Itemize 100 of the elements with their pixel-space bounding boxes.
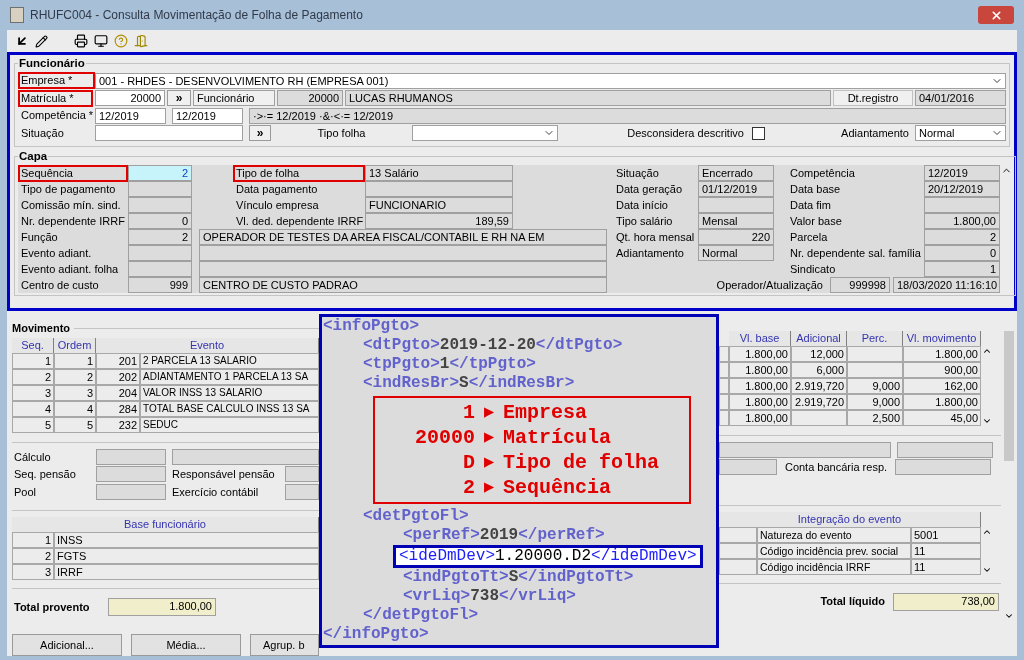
field-value: 2 xyxy=(924,229,1000,245)
table-cell: 1.800,00 xyxy=(903,346,981,362)
window-title: RHUFC004 - Consulta Movimentação de Folha de Pagamento xyxy=(30,7,363,24)
table-cell xyxy=(719,378,729,394)
field-value: 1.800,00 xyxy=(924,213,1000,229)
scroll-down-icon[interactable] xyxy=(982,416,992,426)
table-cell: INSS xyxy=(54,532,319,548)
field-label: Evento adiant. xyxy=(20,245,93,261)
xml-line: </detPgtoFl> xyxy=(363,606,480,625)
field-label: Tipo folha xyxy=(316,126,367,141)
scrollbar-thumb[interactable] xyxy=(1004,331,1014,461)
action-button[interactable]: Adicional... xyxy=(12,634,122,656)
empty-field xyxy=(96,466,166,483)
field-label: Competência xyxy=(790,165,856,181)
action-button[interactable]: Agrup. b xyxy=(250,634,319,656)
table-cell: 2 xyxy=(12,548,54,564)
xml-line: <indPgtoTt>S</indPgtoTt> xyxy=(403,568,634,587)
field-label: Comissão mín. sind. xyxy=(20,197,122,213)
annotation-value: 20000 xyxy=(414,425,475,450)
column-header[interactable]: Vl. movimento xyxy=(903,331,981,346)
field-value: 189,59 xyxy=(365,213,513,229)
checkbox[interactable] xyxy=(752,126,765,140)
field-value: Normal xyxy=(698,245,774,261)
field-label: Centro de custo xyxy=(20,277,100,293)
field-value: LUCAS RHUMANOS xyxy=(345,90,831,107)
column-header[interactable]: Adicional xyxy=(791,331,847,346)
column-header: Base funcionário xyxy=(12,517,319,532)
arrow-icon[interactable] xyxy=(15,34,29,48)
total-label: Total provento xyxy=(13,599,91,615)
close-icon xyxy=(989,8,1003,22)
table-cell: 2,500 xyxy=(847,410,903,426)
close-button[interactable] xyxy=(978,6,1014,24)
help-icon[interactable] xyxy=(114,34,128,48)
scroll-up-icon[interactable] xyxy=(982,346,992,356)
printer-icon[interactable] xyxy=(74,34,88,48)
pencil-icon[interactable] xyxy=(35,34,48,48)
action-button[interactable]: Média... xyxy=(131,634,241,656)
table-cell: FGTS xyxy=(54,548,319,564)
table-cell: 1.800,00 xyxy=(729,410,791,426)
field-value: FUNCIONARIO xyxy=(365,197,513,213)
field-value: 1.800,00 xyxy=(108,598,216,616)
field-label: Pool xyxy=(13,484,38,500)
field-value[interactable]: 12/2019 xyxy=(95,107,166,124)
scrollbar[interactable] xyxy=(981,346,993,426)
field-label: Responsável pensão xyxy=(172,467,276,482)
total-label: Total líquido xyxy=(820,594,885,610)
column-header[interactable]: Evento xyxy=(96,337,319,353)
section-title: Funcionário xyxy=(18,56,86,71)
column-header[interactable]: Perc. xyxy=(847,331,903,346)
column-header[interactable]: Seq. xyxy=(12,337,54,353)
field-value: 20/12/2019 xyxy=(924,181,1000,197)
field-label: Situação xyxy=(20,125,65,141)
table-cell: 1.800,00 xyxy=(903,394,981,410)
field-value: 04/01/2016 xyxy=(915,90,1006,107)
lookup-button[interactable]: » xyxy=(167,90,191,107)
table-cell xyxy=(847,346,903,362)
arrow-glyph: ▶ xyxy=(482,477,496,499)
column-header[interactable]: Ordem xyxy=(54,337,96,353)
table-cell: 162,00 xyxy=(903,378,981,394)
xml-line: <indResBr>S</indResBr> xyxy=(363,374,575,393)
xml-line: <detPgtoFl> xyxy=(363,507,470,526)
field-value: 999998 xyxy=(830,277,890,293)
field-value: ·>·= 12/2019 ·&·<·= 12/2019 xyxy=(249,107,1006,124)
table-cell: 12,000 xyxy=(791,346,847,362)
column-header[interactable]: Vl. base xyxy=(729,331,791,346)
field-label: Sequência xyxy=(18,164,128,182)
field-label: Data geração xyxy=(616,181,684,197)
app-icon xyxy=(10,7,24,23)
monitor-icon[interactable] xyxy=(94,34,108,48)
field-value[interactable]: 12/2019 xyxy=(172,107,243,124)
table-cell: 2.919,720 xyxy=(791,378,847,394)
input-field[interactable] xyxy=(95,125,243,142)
xml-line: </infoPgto> xyxy=(323,625,430,644)
dropdown[interactable]: Normal xyxy=(915,125,1006,142)
table-cell xyxy=(719,394,729,410)
dropdown[interactable]: 001 - RHDES - DESENVOLVIMENTO RH (EMPRESA 001) xyxy=(95,72,1006,89)
annotation-label: Sequência xyxy=(503,475,613,500)
table-cell: 1.800,00 xyxy=(729,346,791,362)
field-value: Mensal xyxy=(698,213,774,229)
field-label: Sindicato xyxy=(790,261,837,277)
field-label: Vínculo empresa xyxy=(235,197,320,213)
dropdown[interactable] xyxy=(412,125,558,142)
table-cell: 9,000 xyxy=(847,394,903,410)
field-label: Seq. pensão xyxy=(13,467,77,482)
annotation-value: D xyxy=(462,450,475,475)
arrow-glyph: ▶ xyxy=(482,452,496,474)
field-label: Dt.registro xyxy=(833,90,913,107)
table-cell xyxy=(719,410,729,426)
field-value: Encerrado xyxy=(698,165,774,181)
table-cell xyxy=(719,362,729,378)
field-label: Tipo salário xyxy=(616,213,674,229)
door-icon[interactable] xyxy=(134,34,148,48)
section-title: Movimento xyxy=(12,321,71,336)
table-cell xyxy=(719,346,729,362)
field-value[interactable]: 20000 xyxy=(95,90,165,107)
table-cell xyxy=(791,410,847,426)
scroll-down-icon[interactable] xyxy=(1004,611,1014,621)
field-label: Adiantamento xyxy=(616,245,685,261)
field-label: Empresa * xyxy=(18,72,95,90)
lookup-button[interactable]: » xyxy=(249,125,271,142)
